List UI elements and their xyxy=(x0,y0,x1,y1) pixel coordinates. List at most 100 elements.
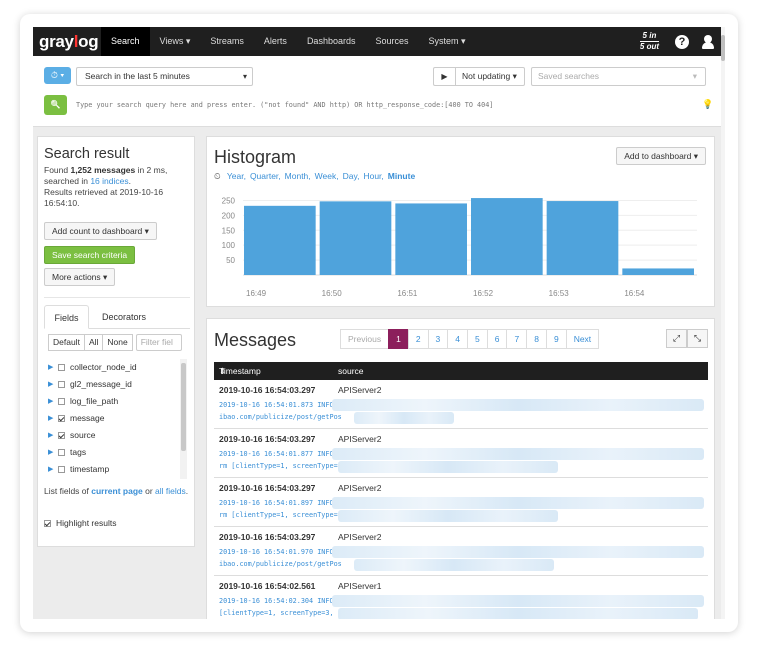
field-checkbox[interactable] xyxy=(58,449,65,456)
row-source: APIServer2 xyxy=(338,483,382,493)
field-item[interactable]: ▶ timestamp xyxy=(48,461,188,478)
page-8[interactable]: 8 xyxy=(526,329,547,349)
histogram-bar xyxy=(471,198,543,275)
page-6[interactable]: 6 xyxy=(486,329,508,349)
refresh-dropdown[interactable]: Not updating ▾ xyxy=(455,67,525,86)
sort-icon[interactable]: ⇟ xyxy=(219,362,226,380)
nav-alerts[interactable]: Alerts xyxy=(254,27,297,56)
top-navbar: graylog Search Views ▾ Streams Alerts Da… xyxy=(33,27,721,56)
resolution-month[interactable]: Month, xyxy=(285,171,311,181)
nav-system[interactable]: System ▾ xyxy=(419,27,476,56)
filter-fields-input[interactable]: Filter fiel xyxy=(135,334,182,351)
expand-icon[interactable]: ⤢ xyxy=(666,329,687,348)
col-source[interactable]: source xyxy=(338,362,364,380)
tab-decorators[interactable]: Decorators xyxy=(92,305,156,329)
redacted-block xyxy=(338,461,558,473)
caret-right-icon[interactable]: ▶ xyxy=(48,393,53,410)
redacted-block xyxy=(332,595,704,607)
fields-all-button[interactable]: All xyxy=(83,334,104,351)
help-icon[interactable]: ? xyxy=(675,34,689,49)
field-name: gl2_message_id xyxy=(70,379,132,389)
caret-right-icon[interactable]: ▶ xyxy=(48,359,53,376)
all-fields-link[interactable]: all fields xyxy=(155,486,186,496)
nav-views[interactable]: Views ▾ xyxy=(150,27,201,56)
time-range-type-button[interactable]: ⏱ ▾ xyxy=(44,67,71,84)
collapse-icon[interactable]: ⤡ xyxy=(687,329,708,348)
table-row[interactable]: 2019-10-16 16:54:02.561 APIServer1 2019-… xyxy=(214,576,708,619)
field-item[interactable]: ▶ log_file_path xyxy=(48,393,188,410)
page-7[interactable]: 7 xyxy=(506,329,528,349)
add-to-dashboard-button[interactable]: Add to dashboard ▾ xyxy=(616,147,706,165)
nav-streams[interactable]: Streams xyxy=(200,27,254,56)
field-checkbox[interactable] xyxy=(58,415,65,422)
field-checkbox[interactable] xyxy=(58,398,65,405)
page-previous[interactable]: Previous xyxy=(340,329,390,349)
caret-right-icon[interactable]: ▶ xyxy=(48,376,53,393)
resolution-year[interactable]: Year, xyxy=(227,171,246,181)
fields-none-button[interactable]: None xyxy=(102,334,133,351)
table-row[interactable]: 2019-10-16 16:54:03.297 APIServer2 2019-… xyxy=(214,527,708,576)
row-message-line2: ibao.com/publicize/post/getPos xyxy=(219,413,342,421)
page-2[interactable]: 2 xyxy=(407,329,429,349)
caret-right-icon[interactable]: ▶ xyxy=(48,410,53,427)
caret-right-icon[interactable]: ▶ xyxy=(48,444,53,461)
table-row[interactable]: 2019-10-16 16:54:03.297 APIServer2 2019-… xyxy=(214,429,708,478)
time-range-select[interactable]: Search in the last 5 minutes ▾ xyxy=(76,67,253,86)
table-row[interactable]: 2019-10-16 16:54:03.297 APIServer2 2019-… xyxy=(214,478,708,527)
field-checkbox[interactable] xyxy=(58,466,65,473)
lightbulb-icon[interactable]: 💡 xyxy=(702,99,713,110)
fields-default-button[interactable]: Default xyxy=(48,334,85,351)
field-filter-buttons: Default All None Filter fiel xyxy=(48,334,182,351)
caret-right-icon[interactable]: ▶ xyxy=(48,461,53,478)
time-range-value: Search in the last 5 minutes xyxy=(85,71,190,81)
nav-dashboards[interactable]: Dashboards xyxy=(297,27,366,56)
page-9[interactable]: 9 xyxy=(545,329,567,349)
tab-fields[interactable]: Fields xyxy=(44,305,89,329)
page-1[interactable]: 1 xyxy=(388,329,409,349)
row-source: APIServer2 xyxy=(338,434,382,444)
page-5[interactable]: 5 xyxy=(467,329,488,349)
highlight-label: Highlight results xyxy=(56,518,117,528)
field-checkbox[interactable] xyxy=(58,364,65,371)
saved-searches-select[interactable]: Saved searches ▾ xyxy=(531,67,706,86)
resolution-minute[interactable]: Minute xyxy=(388,171,415,181)
play-icon[interactable]: ▶ xyxy=(433,67,455,86)
page-next[interactable]: Next xyxy=(565,329,600,349)
field-item[interactable]: ▶ tags xyxy=(48,444,188,461)
caret-right-icon[interactable]: ▶ xyxy=(48,427,53,444)
highlight-checkbox[interactable] xyxy=(44,520,51,527)
resolution-week[interactable]: Week, xyxy=(315,171,339,181)
resolution-hour[interactable]: Hour, xyxy=(363,171,383,181)
resolution-day[interactable]: Day, xyxy=(343,171,360,181)
row-message-line1: 2019-10-16 16:54:01.897 INFO xyxy=(219,499,334,507)
search-button[interactable]: 🔍 xyxy=(44,95,67,115)
resolution-quarter[interactable]: Quarter, xyxy=(250,171,281,181)
highlight-results-toggle[interactable]: Highlight results xyxy=(44,517,116,529)
field-item[interactable]: ▶ gl2_message_id xyxy=(48,376,188,393)
field-item[interactable]: ▶ collector_node_id xyxy=(48,359,188,376)
page-3[interactable]: 3 xyxy=(427,329,449,349)
field-item[interactable]: ▶ source xyxy=(48,427,188,444)
table-row[interactable]: 2019-10-16 16:54:03.297 APIServer2 2019-… xyxy=(214,380,708,429)
save-search-criteria-button[interactable]: Save search criteria xyxy=(44,246,136,264)
page-scrollbar[interactable] xyxy=(721,27,725,619)
nav-sources[interactable]: Sources xyxy=(365,27,418,56)
page-4[interactable]: 4 xyxy=(447,329,469,349)
throughput-indicator[interactable]: 5 in 5 out xyxy=(639,32,659,51)
nav-search[interactable]: Search xyxy=(101,27,150,56)
field-list-scrollbar[interactable] xyxy=(180,359,187,479)
search-result-sidebar: Search result Found 1,252 messages in 2 … xyxy=(37,136,195,547)
redacted-block xyxy=(338,510,558,522)
add-count-to-dashboard-button[interactable]: Add count to dashboard ▾ xyxy=(44,222,157,240)
field-checkbox[interactable] xyxy=(58,381,65,388)
more-actions-button[interactable]: More actions ▾ xyxy=(44,268,116,286)
indices-link[interactable]: 16 indices xyxy=(90,176,128,186)
field-item[interactable]: ▶ message xyxy=(48,410,188,427)
graylog-logo[interactable]: graylog xyxy=(39,32,101,52)
user-icon[interactable] xyxy=(701,34,715,49)
search-result-summary: Found 1,252 messages in 2 ms, searched i… xyxy=(44,165,192,209)
search-query-input[interactable]: Type your search query here and press en… xyxy=(76,97,676,113)
chevron-down-icon: ▾ xyxy=(242,72,247,81)
current-page-link[interactable]: current page xyxy=(91,486,143,496)
field-checkbox[interactable] xyxy=(58,432,65,439)
